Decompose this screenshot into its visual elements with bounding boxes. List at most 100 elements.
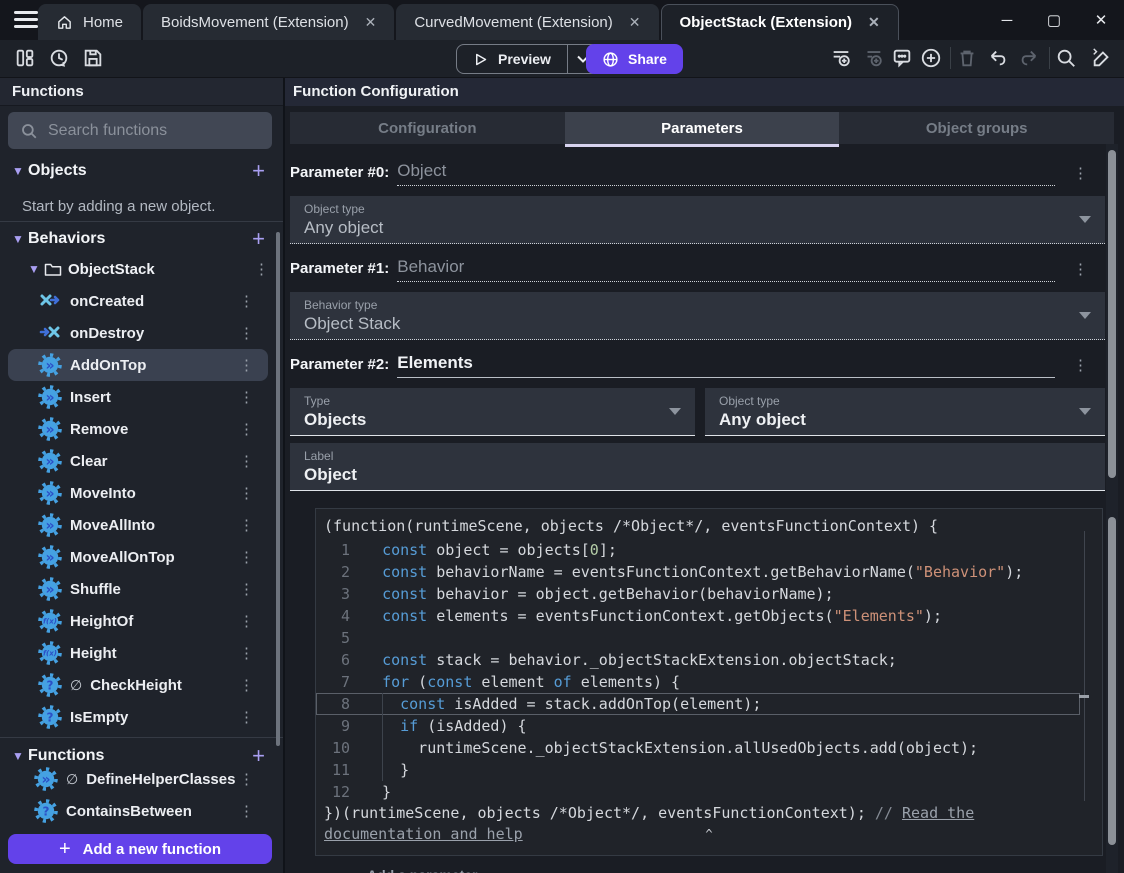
tab-object-groups[interactable]: Object groups [839, 112, 1114, 144]
caret-down-icon[interactable]: ▼ [8, 749, 28, 763]
parameter-2-name-input[interactable]: Elements [397, 353, 1055, 378]
javascript-code-editor[interactable]: (function(runtimeScene, objects /*Object… [315, 508, 1103, 856]
code-line-2[interactable]: 2 const behaviorName = eventsFunctionCon… [316, 561, 1080, 583]
kebab-menu-icon[interactable]: ⋮ [233, 324, 260, 342]
undo-icon[interactable] [987, 47, 1009, 69]
code-line-1[interactable]: 1 const object = objects[0]; [316, 539, 1080, 561]
sidebar-item-insert[interactable]: » Insert ⋮ [8, 381, 268, 413]
behavior-folder-row[interactable]: ▼ ObjectStack ⋮ [0, 254, 283, 284]
code-line-12[interactable]: 12 } [316, 781, 1080, 803]
code-line-4[interactable]: 4 const elements = eventsFunctionContext… [316, 605, 1080, 627]
minimize-button[interactable]: ─ [992, 8, 1022, 32]
kebab-menu-icon[interactable]: ⋮ [233, 580, 260, 598]
code-line-8[interactable]: 8 const isAdded = stack.addOnTop(element… [316, 693, 1080, 715]
kebab-menu-icon[interactable]: ⋮ [233, 484, 260, 502]
kebab-menu-icon[interactable]: ⋮ [248, 260, 275, 278]
code-line-5[interactable]: 5 [316, 627, 1080, 649]
kebab-menu-icon[interactable]: ⋮ [233, 548, 260, 566]
add-parameter-button-clipped[interactable]: Add a parameter [315, 864, 1103, 873]
caret-down-icon[interactable]: ▼ [8, 232, 28, 246]
kebab-menu-icon[interactable]: ⋮ [233, 708, 260, 726]
code-line-11[interactable]: 11 } [316, 759, 1080, 781]
kebab-menu-icon[interactable]: ⋮ [233, 644, 260, 662]
add-circle-icon[interactable] [920, 47, 942, 69]
save-icon[interactable] [82, 47, 104, 69]
editor-scrollbar-thumb[interactable] [1108, 517, 1116, 845]
sidebar-item-definehelperclasses[interactable]: » ∅ DefineHelperClasses ⋮ [8, 763, 268, 795]
sidebar-item-oncreated[interactable]: onCreated ⋮ [8, 285, 268, 317]
parameter-2-object-type-select[interactable]: Object type Any object [705, 388, 1105, 436]
share-button[interactable]: Share [586, 44, 683, 74]
kebab-menu-icon[interactable]: ⋮ [233, 676, 260, 694]
sidebar-item-shuffle[interactable]: » Shuffle ⋮ [8, 573, 268, 605]
sidebar-item-moveallontop[interactable]: » MoveAllOnTop ⋮ [8, 541, 268, 573]
sidebar-item-checkheight[interactable]: ? ∅ CheckHeight ⋮ [8, 669, 268, 701]
add-behavior-button[interactable]: + [252, 228, 265, 250]
kebab-menu-icon[interactable]: ⋮ [233, 770, 260, 788]
caret-down-icon[interactable]: ▼ [24, 262, 44, 276]
redo-icon[interactable] [1018, 47, 1040, 69]
tab-close-icon[interactable]: ✕ [862, 14, 880, 31]
kebab-menu-icon[interactable]: ⋮ [233, 802, 260, 820]
code-line-9[interactable]: 9 if (isAdded) { [316, 715, 1080, 737]
sidebar-scrollbar-thumb[interactable] [276, 232, 280, 746]
window-tab-0[interactable]: Home [38, 4, 142, 40]
kebab-menu-icon[interactable]: ⋮ [233, 452, 260, 470]
edit-extension-icon[interactable] [1091, 47, 1113, 69]
close-button[interactable]: ✕ [1086, 8, 1116, 32]
tab-close-icon[interactable]: ✕ [623, 14, 641, 31]
behaviors-section-header[interactable]: ▼ Behaviors + [0, 224, 283, 254]
parameter-2-label-field[interactable]: Label Object [290, 443, 1105, 491]
add-event-icon[interactable] [830, 47, 852, 69]
sidebar-item-moveallinto[interactable]: » MoveAllInto ⋮ [8, 509, 268, 541]
sidebar-item-remove[interactable]: » Remove ⋮ [8, 413, 268, 445]
parameter-1-name-input[interactable]: Behavior [397, 257, 1055, 282]
kebab-menu-icon[interactable]: ⋮ [233, 388, 260, 406]
code-line-7[interactable]: 7 for (const element of elements) { [316, 671, 1080, 693]
sidebar-item-containsbetween[interactable]: ? ContainsBetween ⋮ [8, 795, 268, 827]
kebab-menu-icon[interactable]: ⋮ [233, 516, 260, 534]
kebab-menu-icon[interactable]: ⋮ [233, 292, 260, 310]
search-icon[interactable] [1055, 47, 1077, 69]
sidebar-item-moveinto[interactable]: » MoveInto ⋮ [8, 477, 268, 509]
sidebar-item-isempty[interactable]: ? IsEmpty ⋮ [8, 701, 268, 733]
add-object-button[interactable]: + [252, 160, 265, 182]
parameter-2-type-select[interactable]: Type Objects [290, 388, 695, 436]
parameter-1-behavior-type-select[interactable]: Behavior type Object Stack [290, 292, 1105, 340]
search-functions-box[interactable] [8, 112, 272, 149]
kebab-menu-icon[interactable]: ⋮ [233, 420, 260, 438]
parameters-scrollbar-thumb[interactable] [1108, 150, 1116, 478]
sidebar-item-addontop[interactable]: » AddOnTop ⋮ [8, 349, 268, 381]
caret-down-icon[interactable]: ▼ [8, 164, 28, 178]
parameter-2-menu-icon[interactable]: ⋮ [1069, 356, 1092, 378]
objects-section-header[interactable]: ▼ Objects + [0, 156, 283, 186]
tab-configuration[interactable]: Configuration [290, 112, 565, 144]
code-line-3[interactable]: 3 const behavior = object.getBehavior(be… [316, 583, 1080, 605]
parameter-1-menu-icon[interactable]: ⋮ [1069, 260, 1092, 282]
add-new-function-button[interactable]: + Add a new function [8, 834, 272, 864]
collapse-editor-handle[interactable]: ^ [705, 827, 712, 841]
delete-icon[interactable] [956, 47, 978, 69]
preview-button-main[interactable]: Preview [457, 51, 567, 67]
sidebar-item-heightof[interactable]: f(x) HeightOf ⋮ [8, 605, 268, 637]
sidebar-item-clear[interactable]: » Clear ⋮ [8, 445, 268, 477]
menu-icon[interactable] [14, 11, 38, 29]
add-comment-icon[interactable] [891, 47, 913, 69]
window-tab-1[interactable]: BoidsMovement (Extension) ✕ [143, 4, 395, 40]
kebab-menu-icon[interactable]: ⋮ [233, 356, 260, 374]
parameter-0-name-input[interactable]: Object [397, 161, 1055, 186]
maximize-button[interactable]: ▢ [1039, 8, 1069, 32]
code-line-10[interactable]: 10 runtimeScene._objectStackExtension.al… [316, 737, 1080, 759]
panels-icon[interactable] [14, 47, 36, 69]
window-tab-3[interactable]: ObjectStack (Extension) ✕ [660, 4, 899, 40]
kebab-menu-icon[interactable]: ⋮ [233, 612, 260, 630]
history-icon[interactable] [48, 47, 70, 69]
parameter-0-menu-icon[interactable]: ⋮ [1069, 164, 1092, 186]
preview-button[interactable]: Preview [456, 44, 599, 74]
sidebar-item-height[interactable]: f(x) Height ⋮ [8, 637, 268, 669]
tab-close-icon[interactable]: ✕ [359, 14, 377, 31]
window-tab-2[interactable]: CurvedMovement (Extension) ✕ [396, 4, 659, 40]
tab-parameters[interactable]: Parameters [564, 112, 840, 147]
add-subevent-icon[interactable] [862, 47, 884, 69]
code-line-6[interactable]: 6 const stack = behavior._objectStackExt… [316, 649, 1080, 671]
